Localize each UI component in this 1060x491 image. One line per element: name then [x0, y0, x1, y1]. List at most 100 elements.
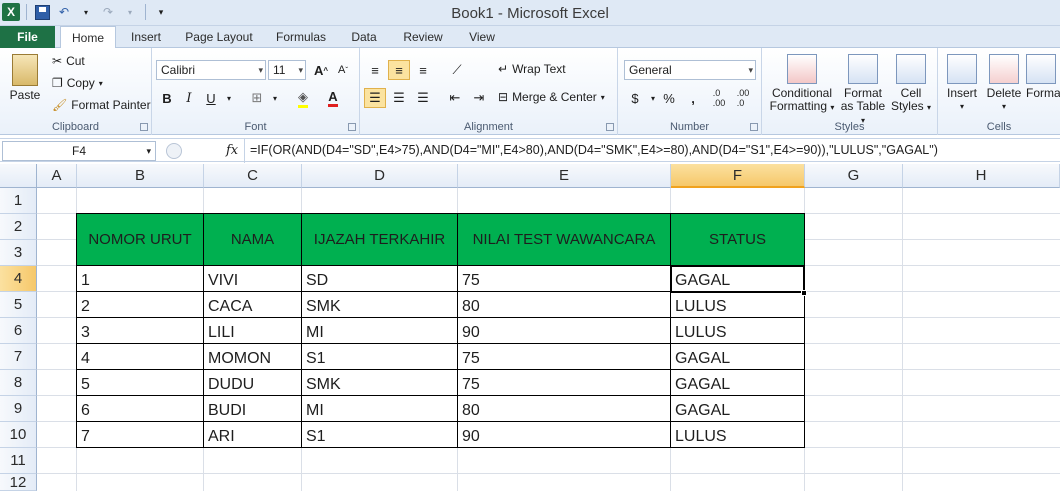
- italic-icon[interactable]: I: [178, 88, 200, 108]
- table-cell[interactable]: 5: [76, 369, 204, 396]
- tab-review[interactable]: Review: [396, 26, 450, 48]
- column-header-f[interactable]: F: [671, 164, 805, 188]
- tab-file[interactable]: File: [0, 26, 55, 48]
- table-cell[interactable]: S1: [301, 343, 458, 370]
- delete-cells-button[interactable]: Delete ▾: [984, 54, 1024, 113]
- row-header-1[interactable]: 1: [0, 188, 37, 214]
- dialog-launcher-icon[interactable]: [140, 123, 148, 131]
- row-header-7[interactable]: 7: [0, 344, 37, 370]
- column-header-b[interactable]: B: [77, 164, 204, 188]
- align-middle-icon[interactable]: ≡: [388, 60, 410, 80]
- table-header-nomor-urut[interactable]: NOMOR URUT: [76, 213, 204, 266]
- row-header-8[interactable]: 8: [0, 370, 37, 396]
- table-cell[interactable]: GAGAL: [670, 343, 805, 370]
- decrease-indent-icon[interactable]: ⇤: [444, 88, 466, 108]
- row-header-9[interactable]: 9: [0, 396, 37, 422]
- copy-button[interactable]: ❐ Copy ▾: [52, 76, 103, 90]
- table-cell[interactable]: MI: [301, 317, 458, 344]
- table-cell[interactable]: 3: [76, 317, 204, 344]
- dialog-launcher-icon[interactable]: [750, 123, 758, 131]
- increase-indent-icon[interactable]: ⇥: [468, 88, 490, 108]
- merge-center-button[interactable]: ⊟ Merge & Center ▾: [498, 90, 605, 104]
- increase-decimal-icon[interactable]: .0.00: [708, 88, 730, 108]
- table-cell[interactable]: VIVI: [203, 265, 302, 292]
- insert-function-icon[interactable]: fx: [226, 143, 238, 158]
- table-cell[interactable]: 80: [457, 395, 671, 422]
- table-cell[interactable]: 80: [457, 291, 671, 318]
- row-header-5[interactable]: 5: [0, 292, 37, 318]
- table-cell[interactable]: DUDU: [203, 369, 302, 396]
- align-center-icon[interactable]: ☰: [388, 88, 410, 108]
- table-cell[interactable]: 6: [76, 395, 204, 422]
- row-header-2[interactable]: 2: [0, 214, 37, 240]
- table-cell[interactable]: SD: [301, 265, 458, 292]
- column-header-d[interactable]: D: [302, 164, 458, 188]
- table-cell[interactable]: LULUS: [670, 291, 805, 318]
- insert-cells-button[interactable]: Insert ▾: [942, 54, 982, 113]
- table-cell[interactable]: LULUS: [670, 317, 805, 344]
- bold-icon[interactable]: B: [156, 88, 178, 108]
- dialog-launcher-icon[interactable]: [606, 123, 614, 131]
- formula-bar-handle-icon[interactable]: [166, 143, 182, 159]
- table-cell[interactable]: 75: [457, 343, 671, 370]
- name-box[interactable]: F4 ▾: [2, 141, 156, 161]
- row-header-3[interactable]: 3: [0, 240, 37, 266]
- table-cell[interactable]: SMK: [301, 369, 458, 396]
- format-painter-button[interactable]: 🖌 Format Painter: [52, 98, 151, 112]
- format-as-table-button[interactable]: Format as Table ▾: [838, 54, 888, 127]
- grow-font-icon[interactable]: A ^: [310, 60, 332, 80]
- number-format-combo[interactable]: General ▾: [624, 60, 756, 80]
- table-header-ijazah[interactable]: IJAZAH TERKAHIR: [301, 213, 458, 266]
- orientation-icon[interactable]: ⟋: [446, 60, 468, 80]
- column-header-c[interactable]: C: [204, 164, 302, 188]
- decrease-decimal-icon[interactable]: .00.0: [732, 88, 754, 108]
- column-header-e[interactable]: E: [458, 164, 671, 188]
- wrap-text-button[interactable]: ↵ Wrap Text: [498, 62, 566, 76]
- table-cell[interactable]: 1: [76, 265, 204, 292]
- cell-styles-button[interactable]: Cell Styles ▾: [888, 54, 934, 114]
- table-header-nama[interactable]: NAMA: [203, 213, 302, 266]
- table-cell[interactable]: 4: [76, 343, 204, 370]
- column-header-a[interactable]: A: [37, 164, 77, 188]
- table-cell[interactable]: GAGAL: [670, 369, 805, 396]
- row-header-12[interactable]: 12: [0, 474, 37, 491]
- row-header-4[interactable]: 4: [0, 266, 37, 292]
- paste-button[interactable]: Paste: [6, 54, 44, 102]
- table-cell[interactable]: 2: [76, 291, 204, 318]
- table-cell[interactable]: BUDI: [203, 395, 302, 422]
- table-cell[interactable]: SMK: [301, 291, 458, 318]
- tab-view[interactable]: View: [462, 26, 502, 48]
- table-cell[interactable]: S1: [301, 421, 458, 448]
- row-header-10[interactable]: 10: [0, 422, 37, 448]
- table-cell[interactable]: 75: [457, 265, 671, 292]
- table-cell[interactable]: 75: [457, 369, 671, 396]
- table-cell[interactable]: GAGAL: [670, 395, 805, 422]
- table-header-status[interactable]: STATUS: [670, 213, 805, 266]
- comma-style-icon[interactable]: ,: [682, 88, 704, 108]
- tab-formulas[interactable]: Formulas: [270, 26, 332, 48]
- format-cells-button[interactable]: Forma: [1026, 54, 1060, 100]
- font-size-combo[interactable]: 11 ▾: [268, 60, 306, 80]
- select-all-corner[interactable]: [0, 164, 37, 188]
- row-header-11[interactable]: 11: [0, 448, 37, 474]
- fill-color-icon[interactable]: ◈: [292, 88, 314, 108]
- dialog-launcher-icon[interactable]: [348, 123, 356, 131]
- tab-insert[interactable]: Insert: [124, 26, 168, 48]
- table-cell[interactable]: ARI: [203, 421, 302, 448]
- shrink-font-icon[interactable]: Aˇ: [332, 60, 354, 80]
- table-cell[interactable]: LILI: [203, 317, 302, 344]
- percent-icon[interactable]: %: [658, 88, 680, 108]
- align-top-icon[interactable]: ≡: [364, 60, 386, 80]
- table-cell[interactable]: CACA: [203, 291, 302, 318]
- chevron-down-icon[interactable]: ▾: [264, 88, 286, 108]
- tab-page-layout[interactable]: Page Layout: [180, 26, 258, 48]
- conditional-formatting-button[interactable]: Conditional Formatting ▾: [766, 54, 838, 114]
- tab-data[interactable]: Data: [344, 26, 384, 48]
- align-bottom-icon[interactable]: ≡: [412, 60, 434, 80]
- chevron-down-icon[interactable]: ▾: [218, 88, 240, 108]
- table-cell[interactable]: MI: [301, 395, 458, 422]
- formula-input[interactable]: =IF(OR(AND(D4="SD",E4>75),AND(D4="MI",E4…: [250, 143, 938, 157]
- worksheet-grid[interactable]: A B C D E F G H 1 2 3 4 5 6 7 8 9 10 11 …: [0, 164, 1060, 491]
- font-color-icon[interactable]: A: [322, 88, 344, 108]
- fill-handle[interactable]: [801, 290, 807, 296]
